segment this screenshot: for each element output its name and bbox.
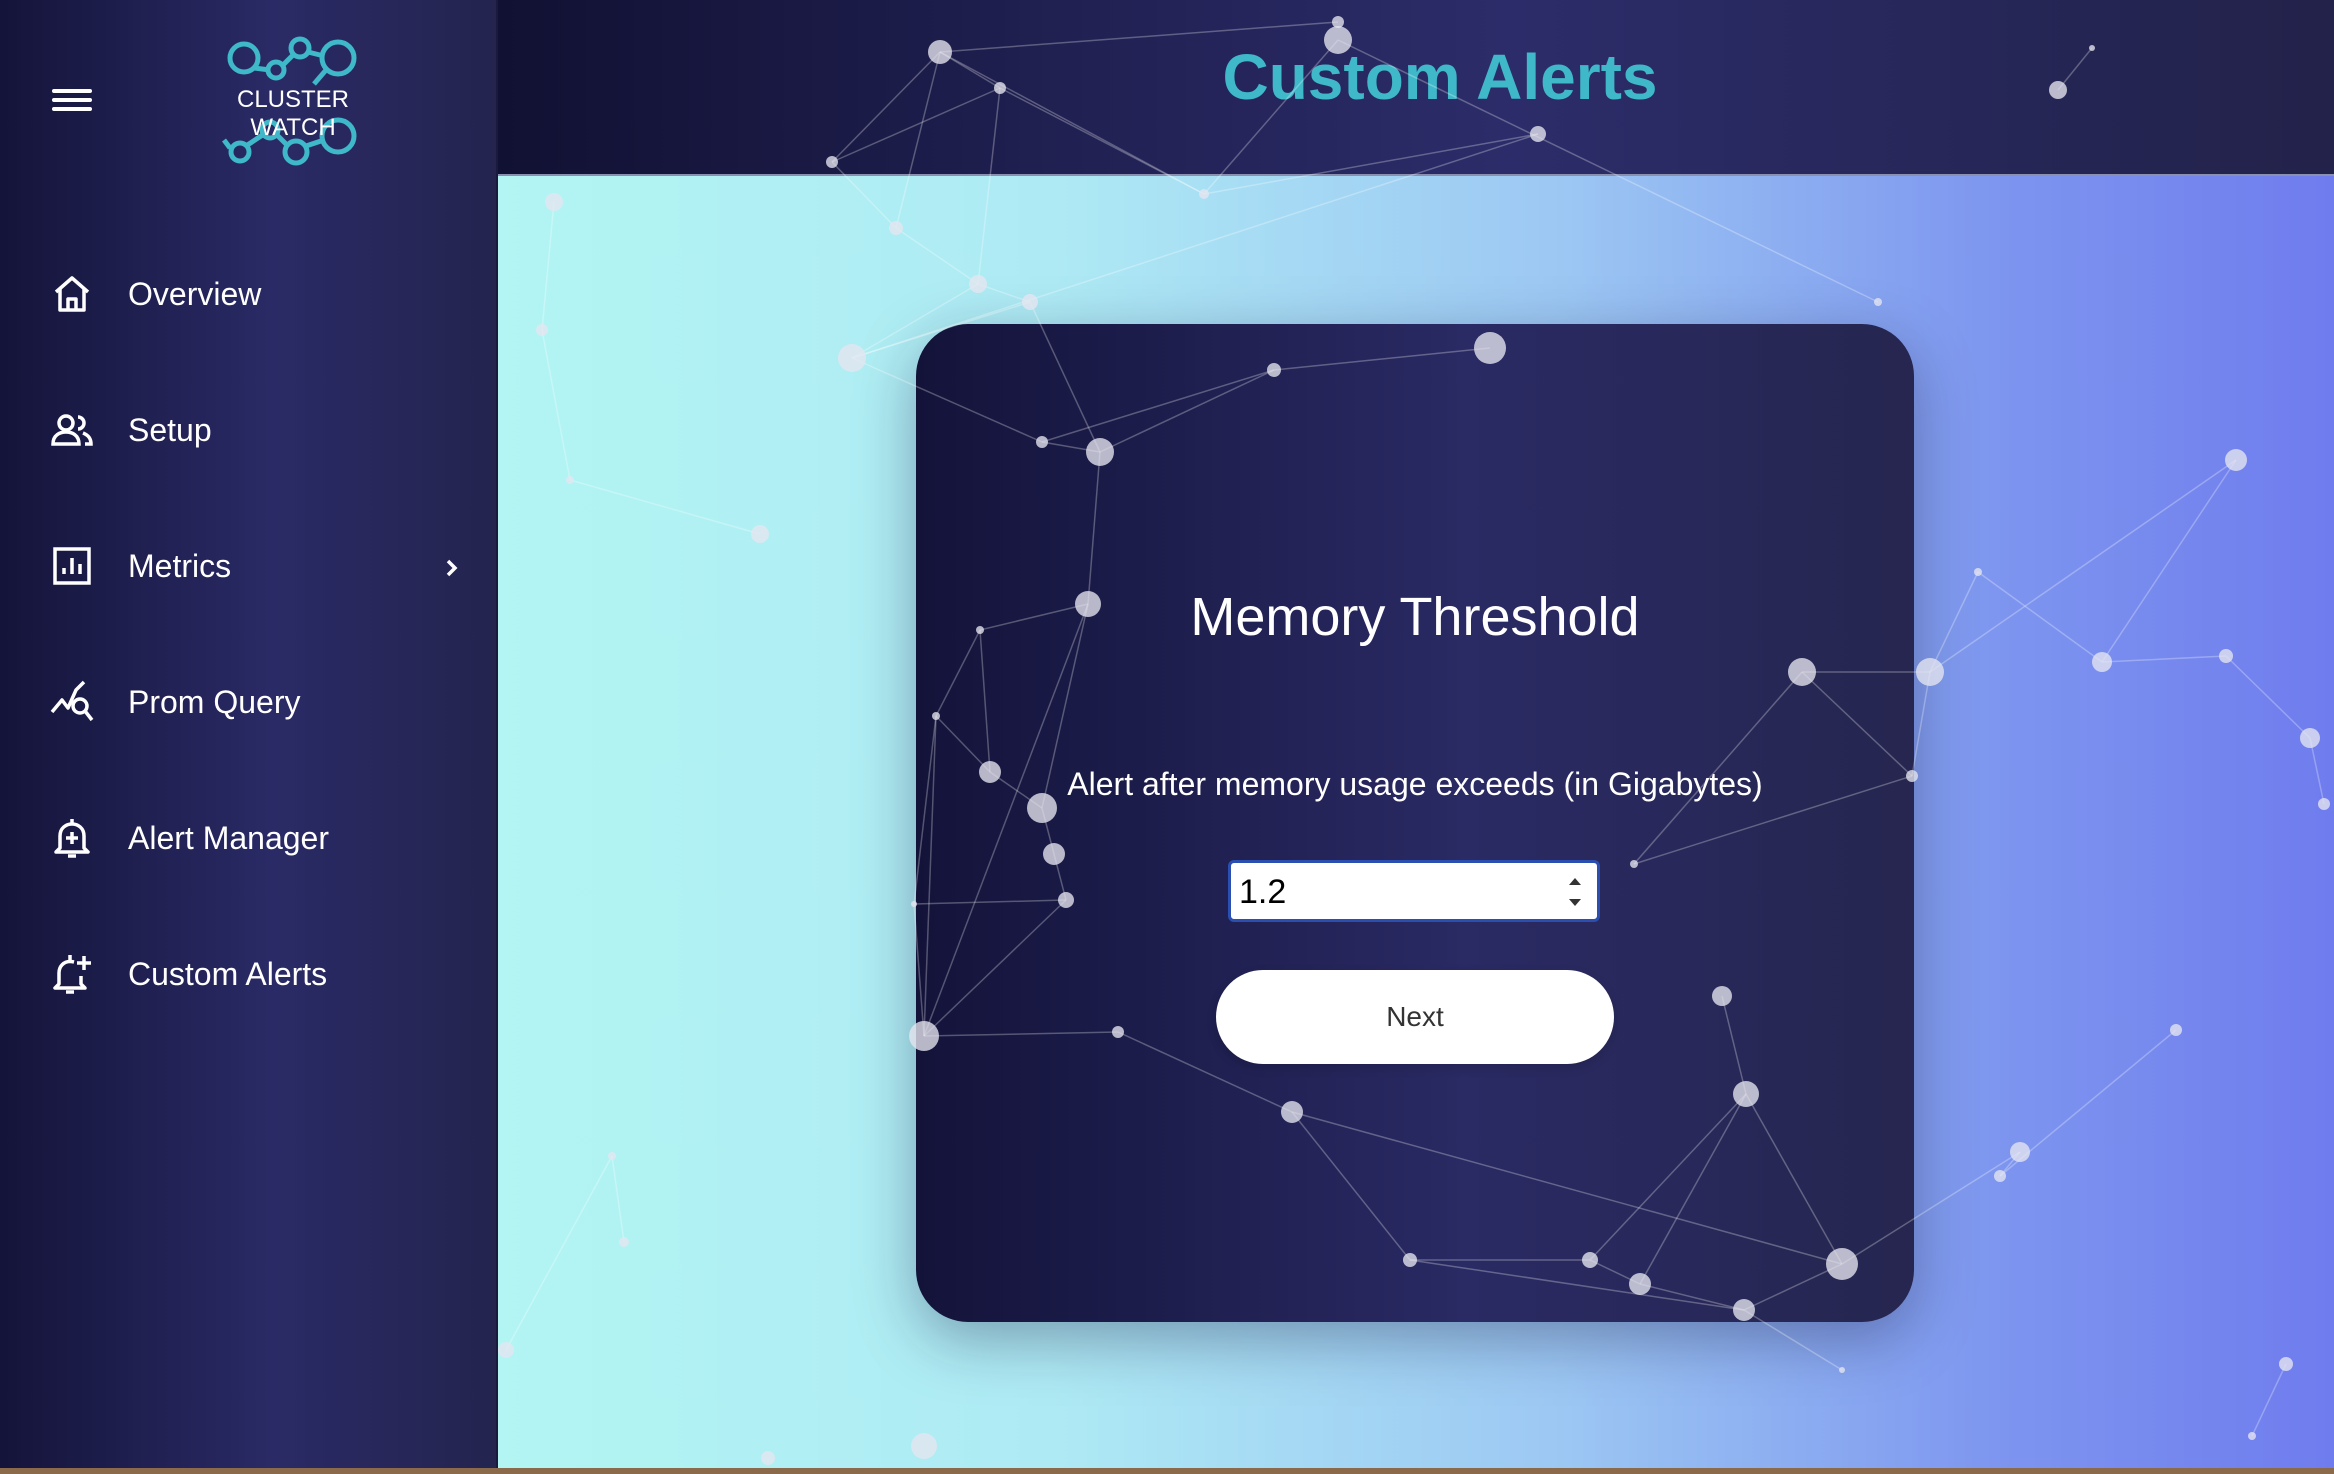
app-logo: CLUSTER WATCH: [200, 28, 386, 172]
chart-icon: [50, 544, 94, 588]
sidebar-item-label: Prom Query: [128, 683, 301, 720]
sidebar: CLUSTER WATCH Overview Setup Metrics Pro…: [0, 0, 496, 1474]
card-title: Memory Threshold: [1190, 587, 1640, 647]
menu-icon[interactable]: [52, 84, 92, 116]
number-stepper-icon[interactable]: [1565, 871, 1585, 913]
logo-text: CLUSTER WATCH: [236, 86, 350, 141]
sidebar-item-label: Metrics: [128, 547, 232, 584]
sidebar-nav: Overview Setup Metrics Prom Query Alert …: [0, 226, 496, 1042]
sidebar-item-alert-manager[interactable]: Alert Manager: [0, 770, 496, 906]
card-description: Alert after memory usage exceeds (in Gig…: [1067, 766, 1763, 802]
sidebar-item-label: Alert Manager: [128, 819, 329, 856]
sidebar-item-overview[interactable]: Overview: [0, 226, 496, 362]
page-header: Custom Alerts: [498, 0, 2334, 176]
sidebar-item-label: Overview: [128, 275, 262, 312]
threshold-input-wrapper: [1228, 860, 1600, 922]
query-icon: [50, 680, 94, 724]
sidebar-item-custom-alerts[interactable]: Custom Alerts: [0, 906, 496, 1042]
window-bottom-edge: [0, 1468, 2334, 1474]
sidebar-item-metrics[interactable]: Metrics: [0, 498, 496, 634]
sidebar-item-setup[interactable]: Setup: [0, 362, 496, 498]
users-icon: [50, 408, 94, 452]
threshold-card: Memory Threshold Alert after memory usag…: [916, 324, 1914, 1322]
threshold-input[interactable]: [1237, 867, 1541, 917]
next-button[interactable]: Next: [1216, 970, 1614, 1064]
sidebar-item-label: Custom Alerts: [128, 955, 328, 992]
home-icon: [50, 272, 94, 316]
add-alert-icon: [50, 952, 94, 996]
sidebar-item-label: Setup: [128, 411, 212, 448]
chevron-right-icon: [444, 558, 460, 578]
sidebar-item-prom-query[interactable]: Prom Query: [0, 634, 496, 770]
page-title: Custom Alerts: [1222, 41, 1658, 113]
alert-bell-icon: [50, 816, 94, 860]
